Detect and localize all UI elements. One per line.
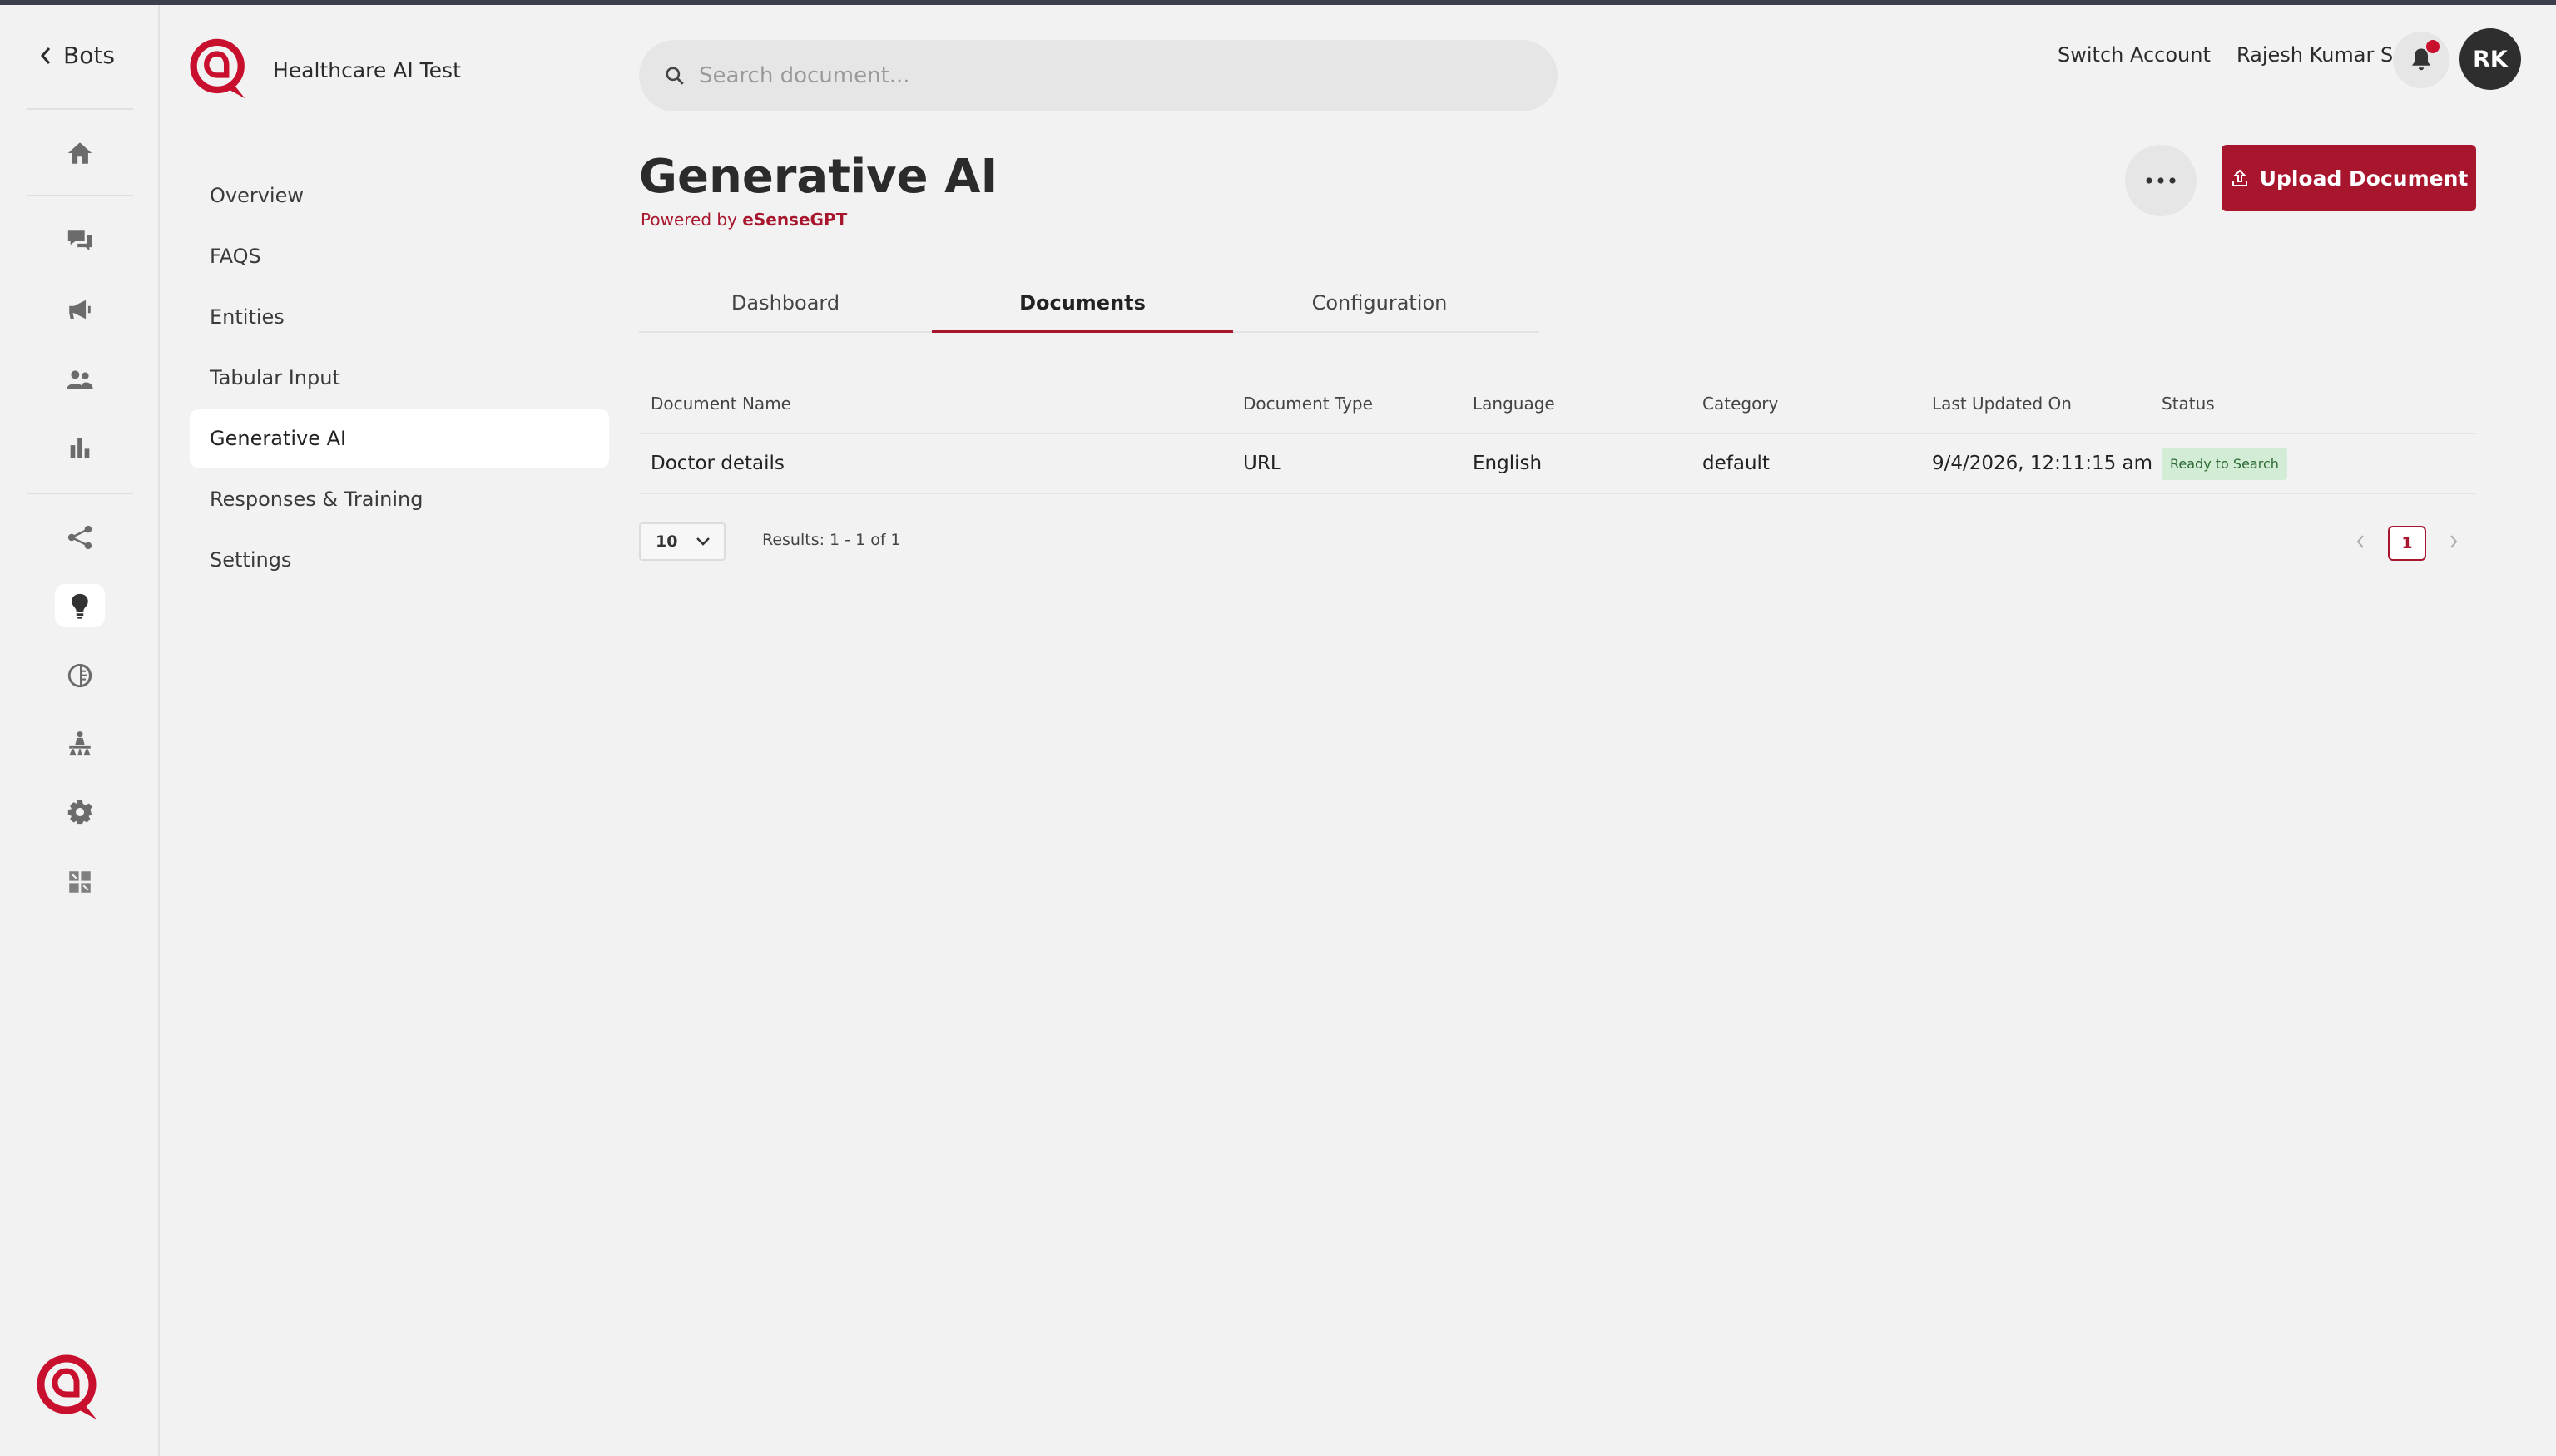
results-count: Results: 1 - 1 of 1	[762, 531, 901, 549]
chat-icon[interactable]	[55, 220, 105, 263]
nav-item-settings[interactable]: Settings	[190, 531, 609, 589]
rail-divider	[27, 195, 133, 196]
upload-icon	[2232, 169, 2247, 186]
nav-item-tabular-input[interactable]: Tabular Input	[190, 349, 609, 407]
icon-rail: Bots	[0, 5, 160, 1456]
top-border	[0, 0, 2556, 5]
nav-item-overview[interactable]: Overview	[190, 166, 609, 225]
column-header[interactable]: Language	[1473, 394, 1702, 414]
page-size-select[interactable]: 10	[639, 522, 726, 561]
nav-item-generative-ai[interactable]: Generative AI	[190, 409, 609, 468]
tab-configuration[interactable]: Configuration	[1233, 275, 1526, 331]
language-cell: English	[1473, 453, 1543, 474]
hierarchy-icon[interactable]	[55, 722, 105, 765]
back-label: Bots	[63, 42, 115, 69]
bot-name: Healthcare AI Test	[273, 57, 461, 82]
page-number-button[interactable]: 1	[2388, 526, 2426, 561]
more-horizontal-icon	[2146, 177, 2176, 184]
tab-bar: Dashboard Documents Configuration	[639, 275, 1539, 333]
gear-icon[interactable]	[55, 790, 105, 834]
back-to-bots-link[interactable]: Bots	[40, 42, 115, 69]
column-header[interactable]: Document Name	[639, 394, 1243, 414]
tab-documents[interactable]: Documents	[932, 275, 1233, 333]
tab-dashboard[interactable]: Dashboard	[639, 275, 932, 331]
upload-label: Upload Document	[2259, 166, 2469, 191]
status-cell: Ready to Search	[2162, 447, 2476, 480]
user-name[interactable]: Rajesh Kumar S	[2236, 43, 2393, 67]
bar-chart-icon[interactable]	[55, 426, 105, 469]
nav-item-entities[interactable]: Entities	[190, 288, 609, 346]
next-page-button[interactable]	[2441, 529, 2466, 554]
users-icon[interactable]	[55, 358, 105, 401]
last-updated-cell: 9/4/2026, 12:11:15 am	[1932, 453, 2153, 474]
bulb-icon[interactable]	[55, 584, 105, 627]
nav-item-responses-training[interactable]: Responses & Training	[190, 470, 609, 528]
powered-by-prefix: Powered by	[641, 210, 737, 230]
home-icon[interactable]	[55, 131, 105, 175]
bot-brand: Healthcare AI Test	[190, 38, 461, 102]
bot-logo	[190, 38, 245, 99]
chevron-left-icon	[40, 47, 51, 64]
column-header[interactable]: Last Updated On	[1932, 394, 2162, 414]
column-header[interactable]: Document Type	[1243, 394, 1473, 414]
puzzle-icon[interactable]	[55, 860, 105, 904]
upload-document-button[interactable]: Upload Document	[2222, 145, 2476, 211]
documents-table: Document Name Document Type Language Cat…	[639, 374, 2476, 494]
chevron-down-icon	[696, 537, 710, 546]
notification-dot	[2426, 40, 2440, 53]
category-cell: default	[1702, 453, 1770, 474]
notifications-button[interactable]	[2393, 32, 2450, 88]
column-header[interactable]: Category	[1702, 394, 1932, 414]
search-input[interactable]	[699, 63, 1531, 88]
switch-account-link[interactable]: Switch Account	[2058, 43, 2211, 67]
rail-divider	[27, 493, 133, 494]
search-icon	[666, 67, 684, 85]
table-header: Document Name Document Type Language Cat…	[639, 374, 2476, 434]
nav-item-faqs[interactable]: FAQS	[190, 227, 609, 285]
brain-icon[interactable]	[55, 654, 105, 697]
avatar[interactable]: RK	[2459, 28, 2521, 90]
column-header[interactable]: Status	[2162, 394, 2476, 414]
more-options-button[interactable]	[2125, 145, 2197, 216]
document-name-cell[interactable]: Doctor details	[639, 453, 1243, 474]
prev-page-button[interactable]	[2348, 529, 2373, 554]
chevron-left-icon	[2356, 535, 2364, 548]
page-title: Generative AI	[639, 150, 998, 204]
rail-divider	[27, 108, 133, 110]
search-bar	[639, 40, 1558, 111]
powered-by-brand: eSenseGPT	[742, 210, 848, 230]
flow-icon[interactable]	[55, 516, 105, 559]
megaphone-icon[interactable]	[55, 288, 105, 331]
powered-by: Powered by eSenseGPT	[641, 210, 847, 230]
status-badge: Ready to Search	[2162, 447, 2287, 480]
page-size-value: 10	[656, 532, 678, 551]
app-logo	[37, 1354, 97, 1419]
section-nav: Overview FAQS Entities Tabular Input Gen…	[190, 166, 609, 592]
chevron-right-icon	[2450, 535, 2458, 548]
document-type-cell: URL	[1243, 453, 1281, 474]
table-row[interactable]: Doctor details URL English default 9/4/2…	[639, 434, 2476, 494]
